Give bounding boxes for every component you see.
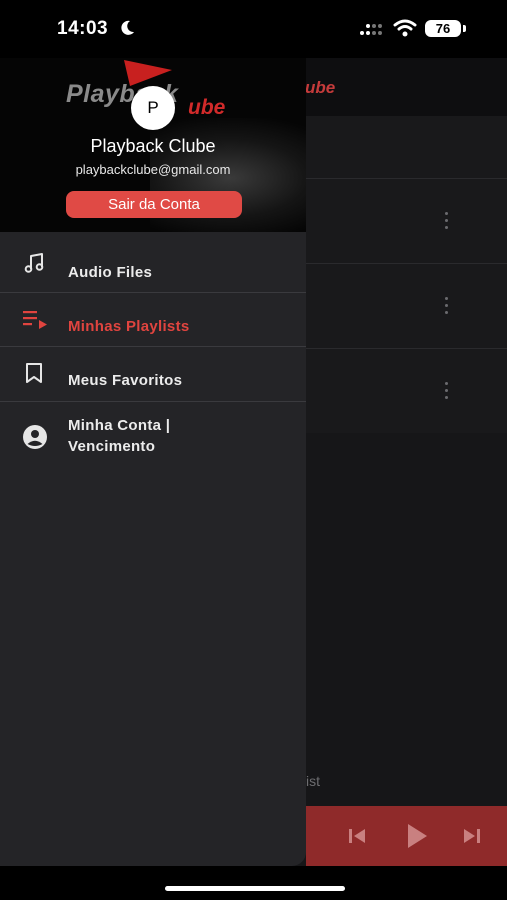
skip-next-icon[interactable] <box>462 827 482 845</box>
app-footer-label: ist <box>306 773 320 789</box>
wifi-icon <box>393 19 417 37</box>
menu-item-minha-conta[interactable]: Minha Conta | Vencimento <box>0 402 306 464</box>
menu-item-label: Minhas Playlists <box>68 318 190 335</box>
drawer-header: Playback ube P Playback Clube playbackcl… <box>0 58 306 232</box>
menu-item-meus-favoritos[interactable]: Meus Favoritos <box>0 347 306 402</box>
menu-item-audio-files[interactable]: Audio Files <box>0 233 306 293</box>
mini-player[interactable] <box>306 806 507 866</box>
more-options-icon[interactable] <box>443 212 449 230</box>
avatar[interactable]: P <box>131 86 175 130</box>
menu-item-label: Audio Files <box>68 264 153 281</box>
menu-item-label: Minha Conta | Vencimento <box>68 417 171 455</box>
moon-icon <box>121 20 134 35</box>
user-email: playbackclube@gmail.com <box>75 162 231 177</box>
play-icon[interactable] <box>405 822 429 850</box>
app-title: ube <box>305 78 336 97</box>
menu-item-minhas-playlists[interactable]: Minhas Playlists <box>0 293 306 347</box>
bookmark-icon <box>26 363 42 383</box>
navigation-drawer: Playback ube P Playback Clube playbackcl… <box>0 58 306 866</box>
logo-text-secondary: ube <box>188 96 226 119</box>
home-indicator[interactable] <box>165 886 345 891</box>
menu-item-label: Meus Favoritos <box>68 372 183 389</box>
skip-previous-icon[interactable] <box>347 827 367 845</box>
user-name: Playback Clube <box>90 136 216 156</box>
playlist-play-icon <box>23 311 47 329</box>
bottom-safe-area <box>0 866 507 900</box>
music-note-icon <box>24 253 44 273</box>
battery-tip <box>463 25 466 32</box>
status-bar: 14:03 76 <box>0 0 507 58</box>
more-options-icon[interactable] <box>443 297 449 315</box>
cellular-signal-icon <box>360 24 382 35</box>
status-time: 14:03 <box>57 18 109 39</box>
account-circle-icon <box>23 425 47 449</box>
more-options-icon[interactable] <box>443 382 449 400</box>
battery-indicator: 76 <box>425 20 461 37</box>
logout-button[interactable]: Sair da Conta <box>66 191 242 218</box>
